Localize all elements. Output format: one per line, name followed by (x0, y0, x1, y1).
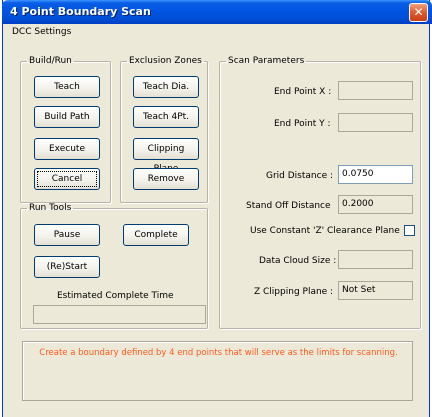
build-run-legend: Build/Run (29, 56, 72, 66)
use-constant-z-label: Use Constant 'Z' Clearance Plane (250, 226, 400, 236)
menu-dcc-settings[interactable]: DCC Settings (12, 27, 71, 37)
end-point-x-field (338, 81, 413, 100)
dialog-window: 4 Point Boundary Scan ✕ DCC Settings Bui… (2, 0, 432, 417)
status-message-area: Create a boundary defined by 4 end point… (22, 341, 413, 401)
run-tools-legend: Run Tools (29, 203, 72, 213)
close-icon: ✕ (413, 5, 424, 19)
clipping-plane-button[interactable]: Clipping Plane (133, 138, 199, 174)
status-message: Create a boundary defined by 4 end point… (39, 348, 398, 358)
build-path-button[interactable]: Build Path (34, 106, 100, 128)
teach-dia-button[interactable]: Teach Dia. (133, 76, 199, 98)
scan-parameters-legend: Scan Parameters (228, 56, 305, 66)
remove-button[interactable]: Remove (133, 168, 199, 190)
cancel-button[interactable]: Cancel (34, 168, 100, 190)
title-bar[interactable]: 4 Point Boundary Scan ✕ (2, 0, 432, 24)
z-clipping-plane-label: Z Clipping Plane : (254, 287, 334, 297)
estimated-time-field (33, 305, 206, 324)
data-cloud-size-field (338, 250, 413, 269)
menu-bar: DCC Settings (3, 24, 429, 42)
teach-button[interactable]: Teach (34, 76, 100, 98)
standoff-distance-label: Stand Off Distance (246, 201, 331, 211)
complete-button[interactable]: Complete (123, 224, 189, 246)
exclusion-zones-legend: Exclusion Zones (129, 56, 202, 66)
z-clipping-plane-field: Not Set (338, 281, 413, 300)
standoff-distance-field: 0.2000 (338, 195, 413, 214)
end-point-y-label: End Point Y : (274, 119, 331, 129)
grid-distance-label: Grid Distance : (266, 171, 333, 181)
grid-distance-input[interactable]: 0.0750 (338, 165, 413, 184)
estimated-time-label: Estimated Complete Time (57, 291, 174, 301)
window-title: 4 Point Boundary Scan (10, 5, 151, 18)
pause-button[interactable]: Pause (34, 224, 100, 246)
execute-button[interactable]: Execute (34, 138, 100, 160)
close-button[interactable]: ✕ (409, 3, 428, 22)
teach-4pt-button[interactable]: Teach 4Pt. (133, 106, 199, 128)
use-constant-z-checkbox[interactable] (404, 225, 415, 236)
end-point-y-field (338, 113, 413, 132)
end-point-x-label: End Point X : (274, 87, 332, 97)
data-cloud-size-label: Data Cloud Size : (259, 256, 337, 266)
restart-button[interactable]: (Re)Start (34, 256, 100, 278)
